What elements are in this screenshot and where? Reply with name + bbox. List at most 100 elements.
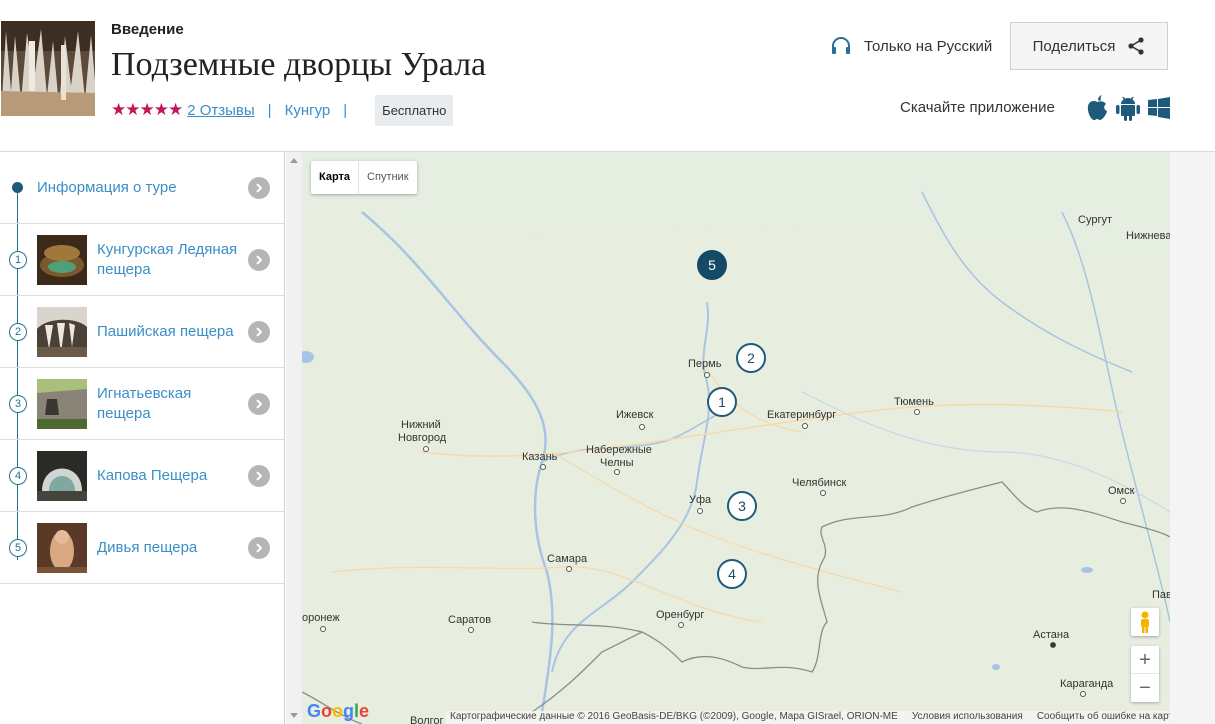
scroll-down-arrow-icon[interactable] [290,713,298,718]
city-label: Тюмень [894,396,934,408]
download-app-label: Скачайте приложение [900,99,1055,116]
apple-icon[interactable] [1086,95,1108,121]
city-label: Астана [1033,629,1070,641]
google-logo[interactable]: Google [307,701,369,722]
sidebar-item-stop-3[interactable]: 3 Игнатьевская пещера [0,368,285,440]
map-attribution: Картографические данные © 2016 GeoBasis-… [446,711,1170,724]
meta-separator: | [343,101,348,119]
city-dot [1080,691,1086,697]
chevron-right-icon[interactable] [248,537,270,559]
city-label: Самара [547,553,588,565]
city-dot [704,372,710,378]
sidebar-item-stop-2[interactable]: 2 Пашийская пещера [0,296,285,368]
right-margin [1170,152,1215,724]
city-link[interactable]: Кунгур [285,102,331,119]
scroll-up-arrow-icon[interactable] [290,158,298,163]
sidebar-item-label[interactable]: Игнатьевская пещера [97,384,247,424]
sidebar-item-stop-5[interactable]: 5 Дивья пещера [0,512,285,584]
city-dot [423,446,429,452]
chevron-right-icon[interactable] [248,393,270,415]
city-label: Челябинск [792,477,847,489]
city-dot [566,566,572,572]
tour-thumbnail [1,21,95,116]
chevron-right-icon[interactable] [248,321,270,343]
rating-stars: ★★★★★ [111,100,183,119]
city-label: Саратов [448,614,492,626]
map-marker-1[interactable]: 1 [707,387,737,417]
stop-number: 3 [9,395,27,413]
language-info: Только на Русский [830,36,992,56]
city-dot [914,409,920,415]
city-label: Казань [522,451,558,463]
stop-thumbnail [37,235,87,285]
reviews-link[interactable]: 2 Отзывы [187,102,254,119]
sidebar-item-label[interactable]: Кунгурская Ледяная пещера [97,240,247,280]
price-badge: Бесплатно [375,94,454,126]
city-label: Омск [1108,485,1135,497]
map-marker-4[interactable]: 4 [717,559,747,589]
sidebar-item-tour-info[interactable]: Информация о туре [0,152,285,224]
stop-number: 2 [9,323,27,341]
sidebar-item-label[interactable]: Дивья пещера [97,538,247,558]
tour-meta: ★★★★★ 2 Отзывы | Кунгур | Бесплатно [111,94,454,126]
city-dot [1050,642,1056,648]
city-dot [1120,498,1126,504]
map-type-satellite-button[interactable]: Спутник [358,161,416,194]
report-error-link[interactable]: Сообщить об ошибке на карте [1037,711,1170,724]
stop-thumbnail [37,379,87,429]
sidebar-item-label[interactable]: Пашийская пещера [97,322,247,342]
city-label: оронеж [302,612,340,624]
map-type-control: Карта Спутник [311,161,417,194]
tour-map[interactable]: Карта Спутник Сургут Нижнева Пермь Ижевс… [302,152,1170,724]
city-label: Челны [600,457,634,469]
city-label: Сургут [1078,214,1112,226]
stop-thumbnail [37,451,87,501]
city-label: Ижевск [616,409,654,421]
sidebar-scrollbar[interactable] [286,152,302,724]
map-marker-3[interactable]: 3 [727,491,757,521]
sidebar-item-label[interactable]: Капова Пещера [97,466,247,486]
headphones-icon [832,37,850,54]
chevron-right-icon[interactable] [248,249,270,271]
city-label: Екатеринбург [767,409,837,421]
city-label: Нижний [401,419,441,431]
stop-number: 5 [9,539,27,557]
map-type-map-button[interactable]: Карта [311,161,358,194]
meta-separator: | [267,101,272,119]
city-dot [540,464,546,470]
attribution-text: Картографические данные © 2016 GeoBasis-… [450,711,898,722]
stop-number: 1 [9,251,27,269]
city-label: Пермь [688,358,722,370]
share-button[interactable]: Поделиться [1010,22,1168,70]
street-view-pegman-icon[interactable] [1131,608,1159,636]
city-dot [697,508,703,514]
zoom-out-button[interactable]: − [1131,674,1159,702]
stop-number: 4 [9,467,27,485]
app-store-links [1086,95,1170,121]
chevron-right-icon[interactable] [248,465,270,487]
city-dot [320,626,326,632]
zoom-control: + − [1131,646,1159,702]
tour-header: Введение Подземные дворцы Урала ★★★★★ 2 … [0,0,1215,152]
city-dot [614,469,620,475]
android-icon[interactable] [1116,95,1140,121]
city-label: Пав [1152,589,1170,601]
windows-icon[interactable] [1148,97,1170,119]
map-marker-5[interactable]: 5 [697,250,727,280]
city-dot [802,423,808,429]
terms-link[interactable]: Условия использования [912,711,1023,724]
chevron-right-icon[interactable] [248,177,270,199]
sidebar-item-label[interactable]: Информация о туре [37,179,177,196]
city-dot [468,627,474,633]
map-marker-2[interactable]: 2 [736,343,766,373]
city-label: Нижнева [1126,230,1170,242]
sidebar-item-stop-4[interactable]: 4 Капова Пещера [0,440,285,512]
city-dot [639,424,645,430]
stop-thumbnail [37,523,87,573]
city-label: Новгород [398,432,447,444]
city-label: Караганда [1060,678,1114,690]
sidebar-item-stop-1[interactable]: 1 Кунгурская Ледяная пещера [0,224,285,296]
language-label: Только на Русский [864,37,993,55]
share-icon [1128,37,1145,55]
zoom-in-button[interactable]: + [1131,646,1159,674]
